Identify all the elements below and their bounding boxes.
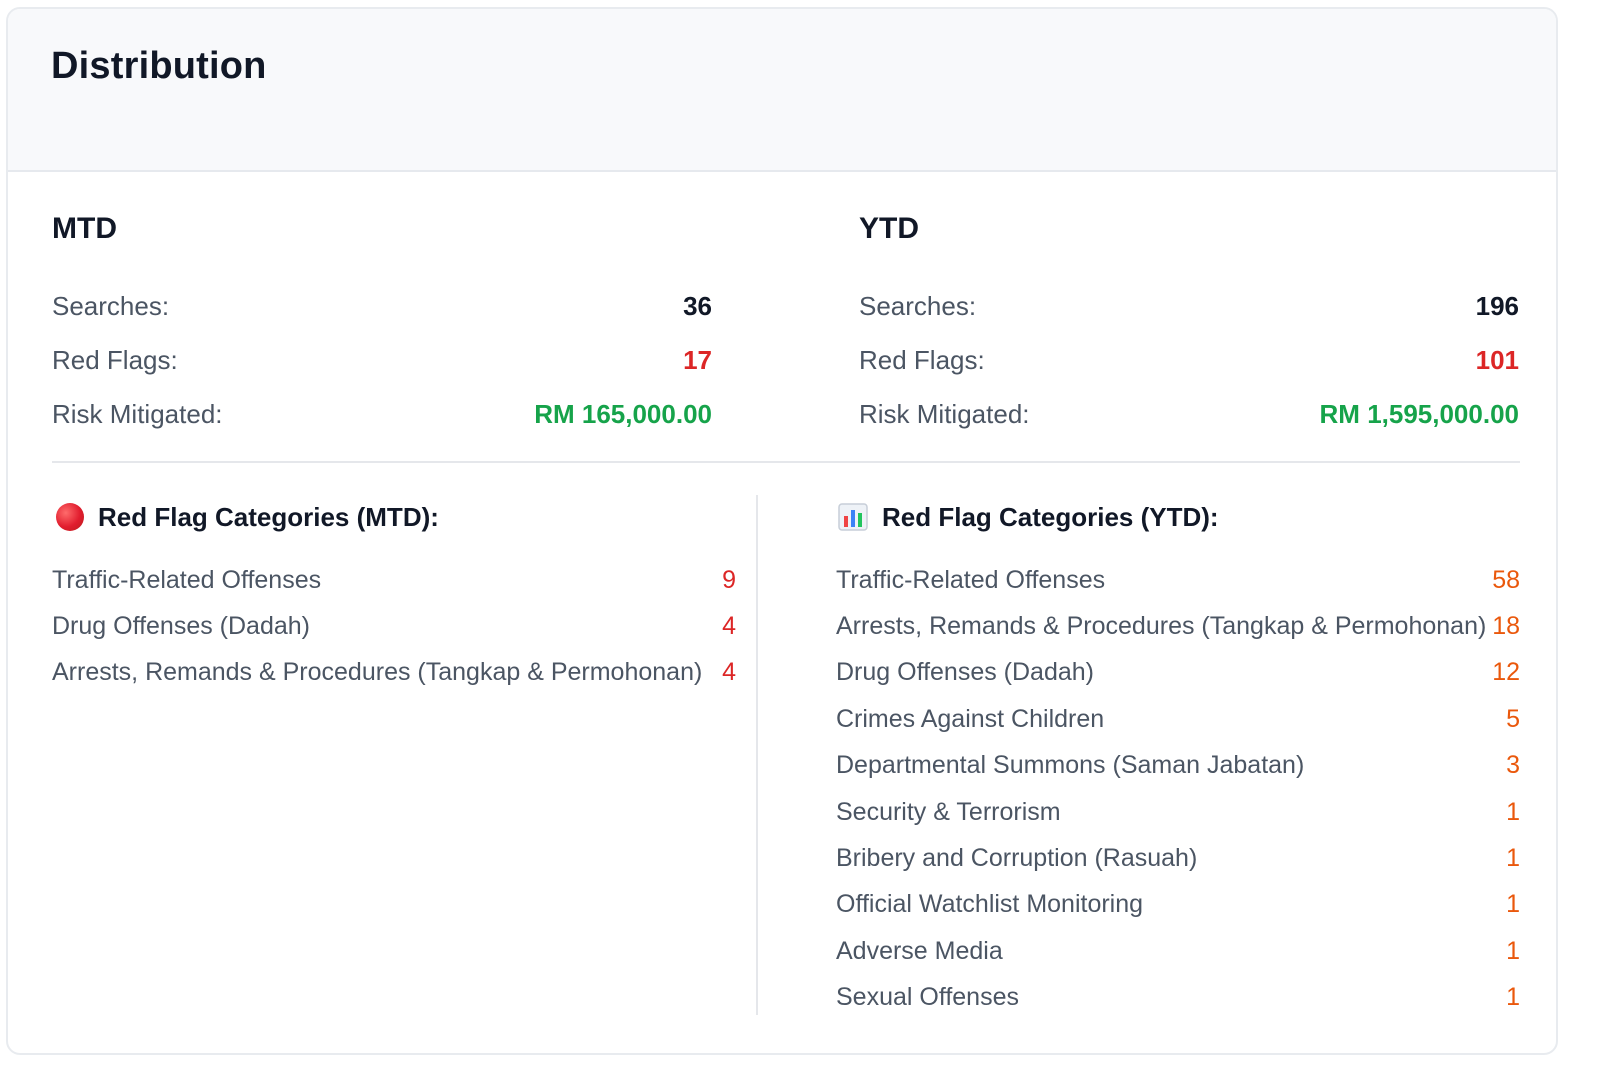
category-label: Arrests, Remands & Procedures (Tangkap &… [52,658,703,687]
bar-chart-icon [838,503,868,531]
ytd-searches-value: 196 [1475,290,1519,321]
ytd-risk-mitigated-value: RM 1,595,000.00 [1319,398,1519,429]
category-label: Arrests, Remands & Procedures (Tangkap &… [836,612,1487,641]
category-row: Sexual Offenses 1 [836,975,1520,1021]
category-label: Bribery and Corruption (Rasuah) [836,844,1198,873]
stat-label: Risk Mitigated: [859,398,1030,429]
category-row: Drug Offenses (Dadah) 12 [836,650,1520,696]
category-label: Traffic-Related Offenses [836,565,1106,594]
category-row: Security & Terrorism 1 [836,789,1520,835]
mtd-searches-row: Searches: 36 [52,279,712,333]
category-label: Adverse Media [836,936,1003,965]
category-label: Drug Offenses (Dadah) [52,612,310,641]
mtd-risk-mitigated-row: Risk Mitigated: RM 165,000.00 [52,387,712,441]
category-count: 1 [1506,890,1520,919]
category-row: Drug Offenses (Dadah) 4 [52,603,736,649]
stat-label: Searches: [859,290,977,321]
category-count: 1 [1506,797,1520,826]
category-label: Crimes Against Children [836,704,1105,733]
category-label: Traffic-Related Offenses [52,565,322,594]
ytd-red-flags-value: 101 [1475,344,1519,375]
mtd-searches-value: 36 [683,290,712,321]
distribution-card: Distribution MTD Searches: 36 Red Flags:… [6,7,1558,1055]
category-count: 18 [1492,612,1520,641]
category-row: Arrests, Remands & Procedures (Tangkap &… [52,650,736,696]
mtd-category-list: Traffic-Related Offenses 9 Drug Offenses (… [52,557,736,696]
category-label: Departmental Summons (Saman Jabatan) [836,751,1305,780]
mtd-categories-heading: Red Flag Categories (MTD): [52,497,736,537]
mtd-heading: MTD [52,212,117,245]
category-count: 1 [1506,844,1520,873]
category-count: 12 [1492,658,1520,687]
stat-label: Searches: [52,290,170,321]
category-label: Sexual Offenses [836,983,1019,1012]
category-count: 3 [1506,751,1520,780]
mtd-risk-mitigated-value: RM 165,000.00 [534,398,712,429]
stat-label: Red Flags: [52,344,178,375]
category-row: Traffic-Related Offenses 9 [52,557,736,603]
ytd-risk-mitigated-row: Risk Mitigated: RM 1,595,000.00 [859,387,1519,441]
ytd-category-list: Traffic-Related Offenses 58 Arrests, Reman… [836,557,1520,1021]
ytd-heading: YTD [859,212,919,245]
category-count: 1 [1506,936,1520,965]
ytd-red-flags-row: Red Flags: 101 [859,333,1519,387]
category-row: Bribery and Corruption (Rasuah) 1 [836,835,1520,881]
mtd-red-flags-row: Red Flags: 17 [52,333,712,387]
mtd-summary: MTD Searches: 36 Red Flags: 17 Risk Miti… [52,209,712,441]
category-count: 58 [1492,565,1520,594]
category-row: Adverse Media 1 [836,928,1520,974]
category-row: Departmental Summons (Saman Jabatan) 3 [836,743,1520,789]
card-title: Distribution [51,45,267,87]
category-row: Arrests, Remands & Procedures (Tangkap &… [836,603,1520,649]
ytd-searches-row: Searches: 196 [859,279,1519,333]
category-label: Security & Terrorism [836,797,1061,826]
category-label: Official Watchlist Monitoring [836,890,1144,919]
category-label: Drug Offenses (Dadah) [836,658,1094,687]
category-count: 9 [722,565,736,594]
mtd-categories-title: Red Flag Categories (MTD): [98,501,439,532]
stat-label: Risk Mitigated: [52,398,223,429]
stat-label: Red Flags: [859,344,985,375]
ytd-summary: YTD Searches: 196 Red Flags: 101 Risk Mi… [859,209,1519,441]
ytd-categories-title: Red Flag Categories (YTD): [882,501,1219,532]
category-count: 4 [722,612,736,641]
category-row: Traffic-Related Offenses 58 [836,557,1520,603]
section-divider [52,461,1520,463]
mtd-categories: Red Flag Categories (MTD): Traffic-Relat… [52,497,736,696]
card-header: Distribution [8,9,1556,172]
category-count: 4 [722,658,736,687]
category-row: Crimes Against Children 5 [836,696,1520,742]
red-circle-icon [56,503,84,531]
category-count: 1 [1506,983,1520,1012]
ytd-categories: Red Flag Categories (YTD): Traffic-Relat… [836,497,1520,1021]
category-count: 5 [1506,704,1520,733]
ytd-categories-heading: Red Flag Categories (YTD): [836,497,1520,537]
column-divider [756,495,758,1015]
mtd-red-flags-value: 17 [683,344,712,375]
category-row: Official Watchlist Monitoring 1 [836,882,1520,928]
